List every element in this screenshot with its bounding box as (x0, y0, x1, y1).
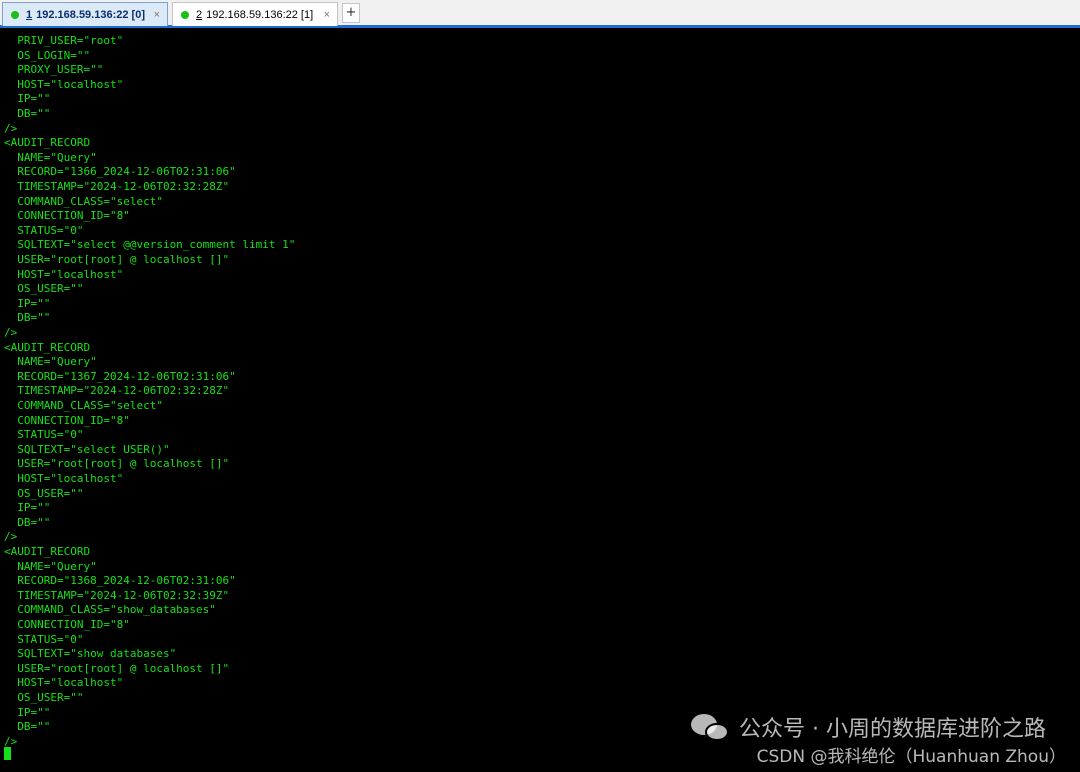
tab-number: 1 (26, 8, 33, 21)
terminal-line: /> (4, 121, 18, 135)
terminal-line: CONNECTION_ID="8" (4, 618, 130, 631)
new-tab-button[interactable]: + (342, 3, 360, 23)
terminal-line: NAME="Query" (4, 559, 97, 573)
terminal-line: <AUDIT_RECORD (4, 340, 91, 354)
terminal-line: TIMESTAMP="2024-12-06T02:32:28Z" (4, 384, 230, 398)
terminal-line: IP="" (4, 501, 51, 515)
terminal-line: IP="" (4, 92, 51, 106)
terminal-line: RECORD="1367_2024-12-06T02:31:06" (4, 369, 236, 383)
terminal-line: COMMAND_CLASS="select" (4, 194, 163, 208)
terminal-cursor (4, 747, 11, 760)
terminal-line: IP="" (4, 705, 51, 719)
terminal-line: USER="root[root] @ localhost []" (4, 457, 230, 471)
watermark-author: CSDN @我科绝伦（Huanhuan Zhou） (756, 747, 1066, 767)
terminal-line: SQLTEXT="select USER()" (4, 442, 170, 456)
terminal-line: DB="" (4, 720, 51, 734)
terminal-line: HOST="localhost" (4, 77, 124, 91)
terminal-output[interactable]: PRIV_USER="root" OS_LOGIN="" PROXY_USER=… (0, 31, 1080, 772)
terminal-line: /> (4, 326, 18, 339)
terminal-line: OS_USER="" (4, 282, 84, 296)
tab-session-1[interactable]: 1 192.168.59.136:22 [0] × (2, 2, 168, 26)
terminal-line: TIMESTAMP="2024-12-06T02:32:39Z" (4, 588, 230, 602)
terminal-line: STATUS="0" (4, 428, 84, 442)
terminal-line: OS_LOGIN="" (4, 48, 91, 62)
terminal-line: IP="" (4, 296, 51, 310)
terminal-line: CONNECTION_ID="8" (4, 209, 130, 223)
connected-status-icon (181, 10, 189, 19)
terminal-line: DB="" (4, 107, 51, 120)
terminal-line: PROXY_USER="" (4, 63, 104, 77)
terminal-line: STATUS="0" (4, 223, 84, 237)
terminal-line: DB="" (4, 311, 51, 325)
terminal-line: RECORD="1368_2024-12-06T02:31:06" (4, 574, 236, 588)
terminal-line: USER="root[root] @ localhost []" (4, 661, 230, 675)
terminal-line: RECORD="1366_2024-12-06T02:31:06" (4, 165, 236, 179)
terminal-line: SQLTEXT="select @@version_comment limit … (4, 238, 296, 252)
tab-title: 192.168.59.136:22 [1] (206, 8, 314, 21)
terminal-line: /> (4, 530, 18, 544)
terminal-line: NAME="Query" (4, 150, 97, 164)
terminal-line: STATUS="0" (4, 632, 84, 646)
close-icon[interactable]: × (154, 9, 160, 21)
terminal-line: SQLTEXT="show databases" (4, 647, 177, 661)
terminal-line: COMMAND_CLASS="show_databases" (4, 603, 216, 617)
tab-title: 192.168.59.136:22 [0] (36, 8, 145, 21)
watermark-text: 公众号 · 小周的数据库进阶之路 (739, 717, 1046, 742)
tab-bar: 1 192.168.59.136:22 [0] × 2 192.168.59.1… (0, 0, 1080, 28)
terminal-line: <AUDIT_RECORD (4, 136, 91, 150)
terminal-line: PRIV_USER="root" (4, 34, 124, 47)
wechat-icon (691, 712, 731, 742)
tab-session-2[interactable]: 2 192.168.59.136:22 [1] × (172, 2, 338, 26)
terminal-line: <AUDIT_RECORD (4, 545, 91, 558)
terminal-line: NAME="Query" (4, 355, 97, 369)
terminal-line: USER="root[root] @ localhost []" (4, 253, 230, 266)
close-icon[interactable]: × (324, 9, 330, 21)
terminal-line: DB="" (4, 515, 51, 529)
terminal-line: TIMESTAMP="2024-12-06T02:32:28Z" (4, 180, 230, 193)
tab-number: 2 (196, 8, 203, 21)
watermark-account: 公众号 · 小周的数据库进阶之路 (691, 711, 1046, 743)
terminal-line: HOST="localhost" (4, 472, 124, 485)
connected-status-icon (11, 10, 19, 19)
terminal-line: COMMAND_CLASS="select" (4, 399, 163, 412)
terminal-line: HOST="localhost" (4, 267, 124, 281)
terminal-line: OS_USER="" (4, 486, 84, 500)
terminal-line: CONNECTION_ID="8" (4, 413, 130, 427)
terminal-line: HOST="localhost" (4, 676, 124, 690)
terminal-line: OS_USER="" (4, 691, 84, 704)
